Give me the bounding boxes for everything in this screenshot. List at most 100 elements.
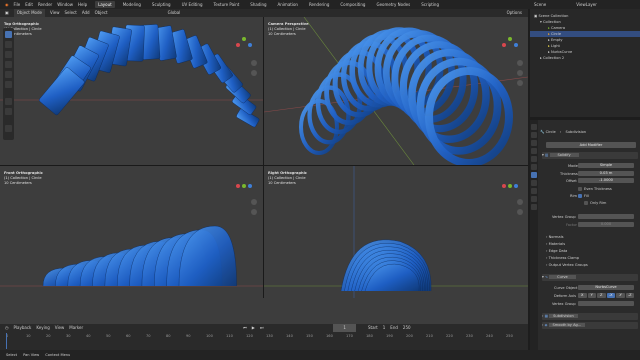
axis-z-icon[interactable] bbox=[248, 184, 252, 188]
object-tab-icon[interactable] bbox=[531, 164, 537, 170]
pan-icon[interactable] bbox=[251, 209, 257, 215]
menu-marker[interactable]: Marker bbox=[69, 324, 83, 332]
section-normals[interactable]: › Normals bbox=[540, 234, 640, 240]
cursor-tool-icon[interactable] bbox=[5, 41, 12, 48]
menu-edit[interactable]: Edit bbox=[25, 0, 33, 9]
jump-start-icon[interactable]: ⏮ bbox=[243, 324, 247, 332]
axis-x-icon[interactable] bbox=[502, 184, 506, 188]
menu-select[interactable]: Select bbox=[64, 9, 76, 17]
menu-add[interactable]: Add bbox=[82, 9, 90, 17]
offset-field[interactable]: -1.0000 bbox=[578, 178, 634, 183]
viewport-right[interactable]: Right Orthographic (1) Collection | Circ… bbox=[264, 166, 528, 298]
add-cube-tool-icon[interactable] bbox=[5, 125, 12, 132]
menu-view[interactable]: View bbox=[50, 9, 60, 17]
timeline-ruler[interactable]: 0 10 20 30 40 50 60 70 80 90 100 110 120 130 140 150 160… bbox=[0, 334, 528, 348]
blender-logo-icon[interactable]: ◉ bbox=[5, 0, 9, 9]
fill-checkbox[interactable] bbox=[578, 194, 582, 198]
menu-help[interactable]: Help bbox=[78, 0, 87, 9]
view-layer-selector[interactable]: ViewLayer bbox=[576, 0, 597, 9]
tab-shading[interactable]: Shading bbox=[247, 1, 269, 8]
mode-selector[interactable]: Object Mode bbox=[13, 9, 45, 17]
axis-neg-x-button[interactable]: -X bbox=[606, 293, 615, 298]
editor-type-icon[interactable]: ◷ bbox=[5, 324, 9, 332]
current-frame-field[interactable]: 1 bbox=[333, 324, 356, 332]
add-modifier-button[interactable]: Add Modifier bbox=[546, 142, 636, 148]
tab-scripting[interactable]: Scripting bbox=[418, 1, 442, 8]
axis-y-icon[interactable] bbox=[508, 184, 512, 188]
modifier-tab-icon[interactable] bbox=[531, 172, 537, 178]
menu-window[interactable]: Window bbox=[57, 0, 73, 9]
axis-z-icon[interactable] bbox=[514, 43, 518, 47]
pan-icon[interactable] bbox=[517, 209, 523, 215]
subdivision-modifier-header[interactable]: › ▦ Subdivision bbox=[542, 313, 638, 320]
start-field[interactable]: 1 bbox=[383, 324, 386, 332]
section-output-vertex-groups[interactable]: › Output Vertex Groups bbox=[540, 262, 640, 268]
transform-tool-icon[interactable] bbox=[5, 81, 12, 88]
expand-icon[interactable]: › bbox=[542, 323, 543, 327]
scale-tool-icon[interactable] bbox=[5, 71, 12, 78]
zoom-icon[interactable] bbox=[251, 199, 257, 205]
data-tab-icon[interactable] bbox=[531, 196, 537, 202]
menu-object[interactable]: Object bbox=[95, 9, 108, 17]
navigation-gizmo[interactable] bbox=[502, 178, 518, 194]
vertex-group-field[interactable] bbox=[578, 301, 634, 306]
navigation-gizmo[interactable] bbox=[236, 178, 252, 194]
material-tab-icon[interactable] bbox=[531, 204, 537, 210]
tab-modeling[interactable]: Modeling bbox=[120, 1, 144, 8]
pan-icon[interactable] bbox=[517, 70, 523, 76]
solidify-modifier-header[interactable]: ▾ ▥ Solidify bbox=[542, 152, 638, 159]
measure-tool-icon[interactable] bbox=[5, 108, 12, 115]
menu-playback[interactable]: Playback bbox=[14, 324, 32, 332]
axis-z-icon[interactable] bbox=[248, 43, 252, 47]
curve-object-field[interactable]: NurbsCurve bbox=[578, 285, 634, 290]
axis-neg-z-button[interactable]: -Z bbox=[625, 293, 634, 298]
jump-end-icon[interactable]: ⏭ bbox=[260, 324, 264, 332]
tab-layout[interactable]: Layout bbox=[95, 1, 115, 8]
axis-x-button[interactable]: X bbox=[578, 293, 587, 298]
world-tab-icon[interactable] bbox=[531, 156, 537, 162]
particles-tab-icon[interactable] bbox=[531, 180, 537, 186]
axis-y-icon[interactable] bbox=[242, 37, 246, 41]
viewport-top[interactable]: Top Orthographic (1) Collection | Circle… bbox=[0, 17, 263, 165]
expand-icon[interactable]: ▾ bbox=[542, 153, 544, 157]
options-dropdown[interactable]: Options bbox=[507, 9, 522, 17]
expand-icon[interactable]: › bbox=[542, 314, 543, 318]
zoom-icon[interactable] bbox=[517, 199, 523, 205]
smooth-name-field[interactable]: Smooth by Ag... bbox=[548, 323, 586, 327]
section-materials[interactable]: › Materials bbox=[540, 241, 640, 247]
solidify-name-field[interactable]: Solidify bbox=[549, 153, 579, 157]
tool-tab-icon[interactable] bbox=[531, 124, 537, 130]
editor-type-icon[interactable]: ▣ bbox=[5, 9, 9, 17]
pan-icon[interactable] bbox=[251, 70, 257, 76]
tab-rendering[interactable]: Rendering bbox=[306, 1, 332, 8]
end-field[interactable]: 250 bbox=[403, 324, 411, 332]
tab-animation[interactable]: Animation bbox=[275, 1, 301, 8]
curve-modifier-header[interactable]: ▾ ∿ Curve bbox=[542, 274, 638, 281]
axis-x-icon[interactable] bbox=[502, 43, 506, 47]
section-thickness-clamp[interactable]: › Thickness Clamp bbox=[540, 255, 640, 261]
viewport-divider[interactable] bbox=[263, 17, 264, 298]
axis-y-icon[interactable] bbox=[508, 37, 512, 41]
viewport-camera[interactable]: Camera Perspective (1) Collection | Circ… bbox=[264, 17, 528, 165]
playhead[interactable] bbox=[6, 333, 7, 349]
camera-icon[interactable] bbox=[517, 80, 523, 86]
section-edge-data[interactable]: › Edge Data bbox=[540, 248, 640, 254]
tab-uv-editing[interactable]: UV Editing bbox=[179, 1, 206, 8]
thickness-field[interactable]: 0.03 m bbox=[578, 171, 634, 176]
physics-tab-icon[interactable] bbox=[531, 188, 537, 194]
menu-view[interactable]: View bbox=[55, 324, 65, 332]
axis-x-icon[interactable] bbox=[236, 43, 240, 47]
tab-compositing[interactable]: Compositing bbox=[337, 1, 368, 8]
scene-tab-icon[interactable] bbox=[531, 148, 537, 154]
play-icon[interactable]: ▶ bbox=[252, 324, 255, 332]
menu-keying[interactable]: Keying bbox=[36, 324, 49, 332]
navigation-gizmo[interactable] bbox=[502, 37, 518, 53]
zoom-icon[interactable] bbox=[251, 60, 257, 66]
render-tab-icon[interactable] bbox=[531, 132, 537, 138]
expand-icon[interactable]: ▾ bbox=[542, 275, 544, 279]
menu-file[interactable]: File bbox=[14, 0, 21, 9]
axis-x-icon[interactable] bbox=[236, 184, 240, 188]
outliner-item-collection-2[interactable]: ▸ Collection 2 bbox=[530, 55, 640, 61]
menu-render[interactable]: Render bbox=[38, 0, 52, 9]
navigation-gizmo[interactable] bbox=[236, 37, 252, 53]
